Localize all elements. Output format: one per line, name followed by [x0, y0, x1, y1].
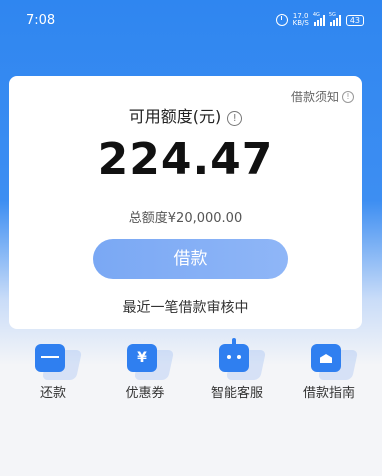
- action-label: 智能客服: [210, 386, 263, 401]
- signal-icon-sim2: 5G: [328, 11, 341, 26]
- review-status[interactable]: 最近一笔借款审核中: [9, 297, 362, 317]
- coupon-icon: ¥: [127, 344, 157, 372]
- action-label: 借款指南: [302, 386, 355, 401]
- action-label: 优惠券: [125, 386, 165, 401]
- available-amount: 224.47: [97, 134, 274, 185]
- action-coupon[interactable]: ¥ 优惠券: [110, 344, 180, 401]
- alarm-icon: [275, 14, 288, 26]
- action-repay[interactable]: 还款: [18, 344, 88, 401]
- guide-icon: [311, 344, 341, 372]
- action-loan-guide[interactable]: 借款指南: [294, 344, 364, 401]
- quota-label: 可用额度(元): [128, 107, 222, 126]
- net-speed-unit: KB/S: [292, 19, 309, 27]
- battery-icon: 43: [345, 14, 364, 26]
- robot-icon: [219, 338, 249, 372]
- action-label: 还款: [39, 386, 66, 401]
- info-icon: !: [342, 90, 354, 103]
- sim1-label: 4G: [312, 11, 320, 18]
- borrow-button[interactable]: 借款: [93, 239, 288, 279]
- quota-info-icon[interactable]: !: [227, 111, 243, 126]
- sim2-label: 5G: [328, 11, 336, 18]
- status-icons: 17.0 KB/S 4G 5G 43: [275, 11, 364, 27]
- quota-label-row: 可用额度(元)!: [9, 103, 362, 127]
- signal-icon-sim1: 4G: [312, 11, 325, 26]
- network-speed: 17.0 KB/S: [293, 13, 309, 27]
- credit-card-panel: 借款须知 ! 可用额度(元)! 224.47 总额度¥20,000.00 借款 …: [9, 76, 362, 329]
- total-quota: 总额度¥20,000.00: [128, 211, 243, 226]
- status-bar: 7:08 17.0 KB/S 4G 5G 43: [0, 0, 382, 40]
- card-icon: [35, 344, 65, 372]
- action-customer-service[interactable]: 智能客服: [202, 338, 272, 401]
- status-time: 7:08: [26, 13, 56, 28]
